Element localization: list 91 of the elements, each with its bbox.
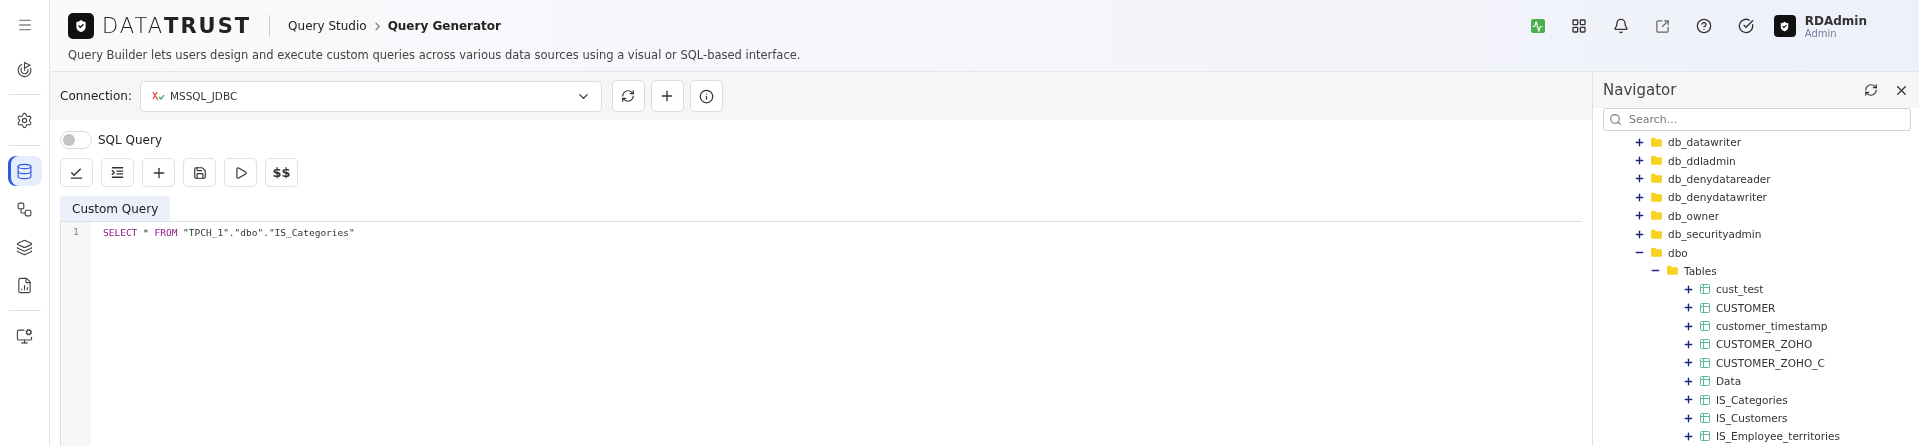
line-number: 1: [72, 227, 80, 239]
table-icon: [1699, 412, 1711, 425]
expand-icon[interactable]: [1634, 155, 1645, 167]
bell-icon[interactable]: [1612, 18, 1629, 34]
chevron-icon: [372, 21, 382, 31]
navigator-title: Navigator: [1603, 81, 1677, 99]
connector-icon: [150, 90, 165, 102]
folder-icon: [1650, 246, 1663, 260]
folder-icon: [1650, 227, 1663, 241]
tree-label[interactable]: cust_test: [1716, 283, 1764, 296]
query-tab[interactable]: Custom Query: [60, 196, 171, 221]
tree-label[interactable]: Data: [1716, 375, 1742, 388]
connection-select[interactable]: MSSQL_JDBC: [139, 80, 602, 112]
tree-label[interactable]: db_denydatareader: [1668, 172, 1771, 185]
database-icon[interactable]: [7, 156, 42, 186]
expand-icon[interactable]: [1683, 339, 1694, 350]
grid-icon[interactable]: [1570, 18, 1587, 34]
logo-text: DATATRUST: [102, 14, 252, 38]
avatar-icon[interactable]: [1773, 15, 1796, 37]
tree-label[interactable]: IS_Employee_territories: [1716, 430, 1840, 443]
save-icon: [192, 165, 207, 180]
variables-button[interactable]: $$: [265, 158, 298, 187]
table-icon: [1699, 375, 1711, 388]
table-icon: [1699, 338, 1711, 351]
expand-icon[interactable]: [1634, 210, 1645, 222]
expand-icon[interactable]: [1634, 228, 1645, 240]
tree-label[interactable]: IS_Customers: [1716, 412, 1788, 425]
folder-icon: [1666, 264, 1679, 278]
code-line: SELECT * FROM "TPCH_1"."dbo"."IS_Categories": [103, 227, 355, 240]
refresh-icon[interactable]: [1864, 83, 1878, 97]
tree-label[interactable]: dbo: [1668, 246, 1688, 259]
breadcrumb-link[interactable]: Query Studio: [288, 19, 367, 33]
info-button[interactable]: [689, 80, 723, 112]
table-icon: [1699, 283, 1711, 296]
tree-label[interactable]: CUSTOMER_ZOHO: [1716, 338, 1813, 351]
tree-label[interactable]: IS_Categories: [1716, 393, 1788, 406]
page-description: Query Builder lets users design and execute custom queries across various data sources using a visual or SQL-based interface.: [68, 48, 802, 62]
expand-icon[interactable]: [1634, 173, 1645, 185]
expand-icon[interactable]: [1634, 136, 1645, 148]
user-name: RDAdmin: [1804, 13, 1867, 28]
expand-icon[interactable]: [1683, 430, 1694, 442]
table-icon: [1699, 301, 1711, 314]
table-icon: [1699, 320, 1711, 333]
info-icon: [698, 88, 714, 104]
logo-icon: [68, 13, 94, 39]
tree-label[interactable]: db_ddladmin: [1668, 154, 1736, 167]
table-icon: [1699, 356, 1711, 369]
add-button[interactable]: [650, 80, 684, 112]
tree-label[interactable]: Tables: [1684, 264, 1717, 277]
expand-icon[interactable]: [1683, 357, 1694, 369]
expand-icon[interactable]: [1683, 394, 1694, 406]
tree-label[interactable]: customer_timestamp: [1716, 320, 1828, 333]
tree-label[interactable]: CUSTOMER_ZOHO_C: [1716, 356, 1825, 369]
expand-icon[interactable]: [1683, 320, 1694, 332]
expand-icon[interactable]: [1683, 412, 1694, 424]
folder-icon: [1650, 135, 1663, 149]
expand-icon[interactable]: [1683, 375, 1694, 387]
breadcrumb-current: Query Generator: [387, 19, 501, 33]
expand-icon[interactable]: [1683, 302, 1694, 314]
expand-icon[interactable]: [1683, 283, 1694, 295]
tree-label[interactable]: db_denydatawriter: [1668, 191, 1767, 204]
folder-icon: [1650, 172, 1663, 186]
save-button[interactable]: [183, 158, 216, 187]
validate-button[interactable]: [60, 158, 93, 187]
indent-icon: [110, 165, 125, 180]
refresh-icon: [621, 89, 636, 103]
folder-icon: [1650, 190, 1663, 204]
tree-label[interactable]: CUSTOMER: [1716, 301, 1776, 314]
folder-icon: [1650, 154, 1663, 168]
refresh-button[interactable]: [611, 80, 645, 112]
circle-check-icon[interactable]: [1737, 18, 1754, 34]
run-button[interactable]: [224, 158, 257, 187]
sql-toggle[interactable]: [60, 131, 92, 149]
toggle-label: SQL Query: [98, 133, 163, 147]
table-icon: [1699, 393, 1711, 406]
table-icon: [1699, 430, 1711, 443]
external-link-icon[interactable]: [1654, 18, 1670, 34]
indent-button[interactable]: [101, 158, 134, 187]
search-field[interactable]: Search...: [1603, 108, 1911, 131]
add-button[interactable]: [142, 158, 175, 187]
tree-label[interactable]: db_securityadmin: [1668, 228, 1762, 241]
folder-icon: [1650, 209, 1663, 223]
tree-label[interactable]: db_owner: [1668, 209, 1720, 222]
tree-label[interactable]: db_datawriter: [1668, 136, 1741, 149]
expand-icon[interactable]: [1634, 191, 1645, 203]
help-icon[interactable]: [1695, 18, 1712, 34]
activity-icon[interactable]: [1530, 19, 1545, 33]
menu-icon: [16, 17, 33, 33]
connection-label: Connection:: [60, 89, 132, 103]
user-role: Admin: [1804, 27, 1838, 39]
play-icon: [233, 165, 248, 180]
